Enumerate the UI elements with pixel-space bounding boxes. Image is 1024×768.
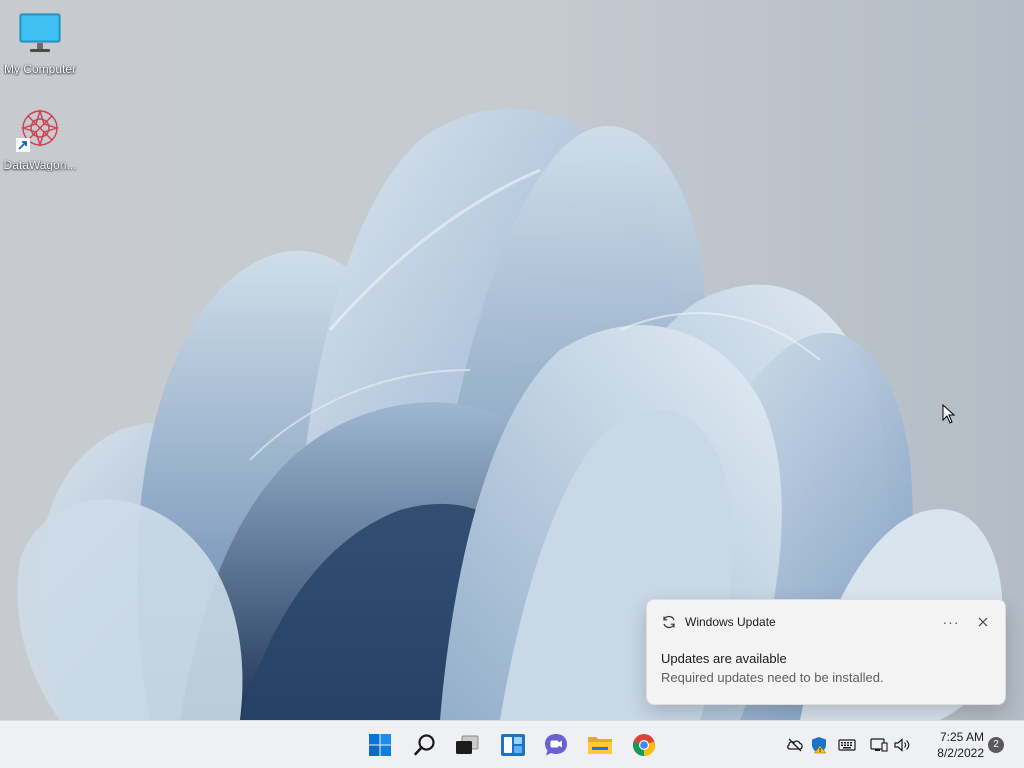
notification-title: Updates are available bbox=[661, 651, 787, 666]
file-explorer-icon bbox=[588, 737, 612, 754]
notification-body: Required updates need to be installed. bbox=[661, 670, 884, 685]
file-explorer-button[interactable] bbox=[583, 728, 617, 762]
chrome-button[interactable] bbox=[627, 728, 661, 762]
chrome-icon bbox=[632, 734, 656, 757]
mouse-cursor-icon bbox=[942, 404, 956, 424]
teams-chat-button[interactable] bbox=[539, 728, 573, 762]
notification-count-badge[interactable]: 2 bbox=[988, 737, 1004, 753]
notification-header: Windows Update ··· bbox=[661, 612, 991, 632]
widgets-button[interactable] bbox=[496, 728, 530, 762]
start-icon bbox=[369, 734, 391, 756]
datawagon-app-icon bbox=[16, 106, 64, 154]
desktop-icon-label: DataWagon... bbox=[3, 158, 77, 172]
search-button[interactable] bbox=[408, 728, 442, 762]
clock[interactable]: 7:25 AM 8/2/2022 bbox=[922, 729, 984, 761]
network-icon[interactable] bbox=[870, 736, 888, 754]
sync-icon bbox=[663, 615, 675, 629]
search-icon bbox=[414, 734, 435, 756]
desktop[interactable]: My Computer DataWagon... Windows Update … bbox=[0, 0, 1024, 768]
clock-date: 8/2/2022 bbox=[937, 746, 984, 760]
windows-update-notification[interactable]: Windows Update ··· Updates are available… bbox=[646, 599, 1006, 705]
volume-icon[interactable] bbox=[893, 736, 911, 754]
widgets-icon bbox=[501, 734, 525, 756]
task-view-button[interactable] bbox=[450, 728, 484, 762]
monitor-icon bbox=[16, 10, 64, 58]
security-warning-icon[interactable] bbox=[810, 736, 828, 754]
desktop-icon-my-computer[interactable]: My Computer bbox=[0, 10, 80, 76]
teams-chat-icon bbox=[545, 734, 567, 756]
desktop-icon-datawagon[interactable]: DataWagon... bbox=[0, 106, 80, 172]
task-view-icon bbox=[456, 735, 479, 754]
onedrive-offline-icon[interactable] bbox=[786, 736, 804, 754]
notification-more-button[interactable]: ··· bbox=[937, 614, 965, 630]
desktop-icon-label: My Computer bbox=[3, 62, 77, 76]
start-button[interactable] bbox=[363, 728, 397, 762]
notification-app-name: Windows Update bbox=[685, 615, 776, 629]
taskbar: 7:25 AM 8/2/2022 2 bbox=[0, 720, 1024, 768]
keyboard-icon[interactable] bbox=[838, 736, 856, 754]
notification-close-button[interactable] bbox=[975, 614, 991, 630]
clock-time: 7:25 AM bbox=[939, 730, 984, 744]
